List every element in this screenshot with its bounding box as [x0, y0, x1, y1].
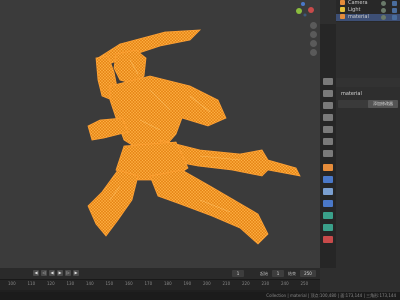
- camera-object-icon: [340, 0, 345, 5]
- outliner-item-label: Light: [348, 7, 361, 13]
- outliner: Camera Light material: [336, 0, 400, 22]
- frame-tick-label: 190: [183, 281, 192, 286]
- visibility-icon[interactable]: [381, 1, 386, 6]
- camera-view-icon[interactable]: [310, 40, 317, 47]
- scene-tab-icon[interactable]: [323, 126, 333, 133]
- data-tab-icon[interactable]: [323, 224, 333, 231]
- end-frame-field[interactable]: 250: [300, 270, 316, 277]
- properties-tabs: [320, 24, 336, 268]
- frame-tick-label: 170: [144, 281, 153, 286]
- timeline-header: ◀ ◁ ◀ ▶ ▷ ▶ 1 起始 1 结束 250: [0, 268, 320, 280]
- physics-tab-icon[interactable]: [323, 200, 333, 207]
- start-frame-field[interactable]: 1: [272, 270, 284, 277]
- render-camera-icon[interactable]: [392, 8, 397, 13]
- output-tab-icon[interactable]: [323, 102, 333, 109]
- frame-tick-label: 210: [222, 281, 231, 286]
- view-layer-tab-icon[interactable]: [323, 114, 333, 121]
- zoom-icon[interactable]: [310, 22, 317, 29]
- particles-tab-icon[interactable]: [323, 188, 333, 195]
- world-tab-icon[interactable]: [323, 138, 333, 145]
- 3d-viewport[interactable]: [0, 0, 320, 268]
- outliner-item-label: material: [348, 14, 369, 20]
- properties-header: [336, 78, 400, 87]
- playback-controls: ◀ ◁ ◀ ▶ ▷ ▶: [33, 270, 89, 277]
- object-name: material: [341, 91, 362, 97]
- scene-statistics: Collection | material | 顶点:100,480 | 面:1…: [266, 293, 396, 298]
- next-key-icon[interactable]: ▷: [65, 270, 71, 276]
- material-tab-icon[interactable]: [323, 236, 333, 243]
- frame-tick-label: 100: [8, 281, 16, 286]
- jump-start-icon[interactable]: ◀: [33, 270, 39, 276]
- frame-tick-label: 180: [164, 281, 172, 286]
- start-frame-label: 起始: [260, 271, 268, 276]
- prev-key-icon[interactable]: ◁: [41, 270, 47, 276]
- status-bar: Collection | material | 顶点:100,480 | 面:1…: [0, 292, 400, 300]
- frame-tick-label: 150: [105, 281, 114, 286]
- frame-tick-label: 250: [300, 281, 309, 286]
- properties-editor: material 添加修改器: [336, 78, 400, 228]
- modifier-tab-icon[interactable]: [323, 176, 333, 183]
- outliner-item-camera[interactable]: Camera: [340, 0, 400, 7]
- outliner-item-label: Camera: [348, 0, 368, 6]
- play-reverse-icon[interactable]: ◀: [49, 270, 55, 276]
- frame-tick-label: 220: [242, 281, 250, 286]
- jump-end-icon[interactable]: ▶: [73, 270, 79, 276]
- end-frame-label: 结束: [288, 271, 296, 276]
- render-tab-icon[interactable]: [323, 90, 333, 97]
- add-modifier-button[interactable]: 添加修改器: [368, 100, 398, 108]
- frame-tick-label: 130: [66, 281, 75, 286]
- frame-ruler[interactable]: 100 110 120 130 140 150 160 170 180 190 200 210 220 2…: [0, 280, 320, 290]
- frame-tick-label: 160: [125, 281, 133, 286]
- grid-view-icon[interactable]: [310, 49, 317, 56]
- frame-tick-label: 140: [86, 281, 94, 286]
- frame-tick-label: 120: [47, 281, 55, 286]
- frame-tick-label: 240: [281, 281, 289, 286]
- warrior-statue-wireframe-mesh[interactable]: [0, 0, 320, 268]
- tool-tab-icon[interactable]: [323, 78, 333, 85]
- object-tab-icon[interactable]: [323, 164, 333, 171]
- mesh-object-icon: [340, 14, 345, 19]
- play-icon[interactable]: ▶: [57, 270, 63, 276]
- light-object-icon: [340, 7, 345, 12]
- pan-icon[interactable]: [310, 31, 317, 38]
- frame-tick-label: 110: [27, 281, 36, 286]
- render-camera-icon[interactable]: [392, 1, 397, 6]
- axis-gizmo-icon[interactable]: [290, 0, 320, 20]
- visibility-icon[interactable]: [381, 15, 386, 20]
- navigation-gizmo[interactable]: [290, 0, 320, 60]
- constraints-tab-icon[interactable]: [323, 212, 333, 219]
- visibility-icon[interactable]: [381, 8, 386, 13]
- frame-tick-label: 230: [261, 281, 270, 286]
- outliner-item-material[interactable]: material: [336, 14, 400, 21]
- current-frame-field[interactable]: 1: [232, 270, 244, 277]
- collection-tab-icon[interactable]: [323, 150, 333, 157]
- frame-tick-label: 200: [203, 281, 211, 286]
- outliner-item-light[interactable]: Light: [340, 7, 400, 14]
- render-camera-icon[interactable]: [392, 15, 397, 20]
